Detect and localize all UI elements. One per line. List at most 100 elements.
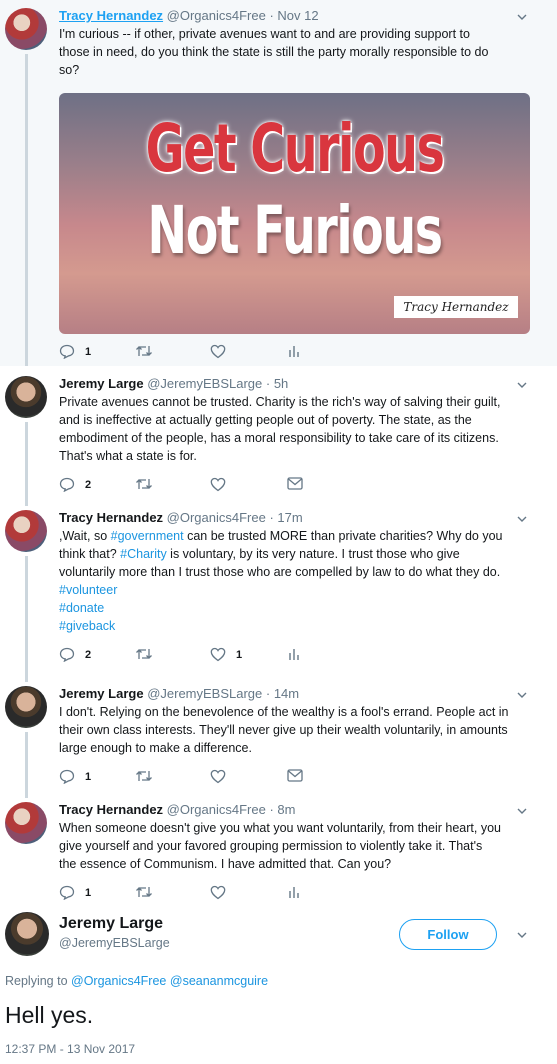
separator: ·: [265, 510, 278, 525]
replying-to: Replying to @Organics4Free @seananmcguir…: [5, 974, 268, 988]
like-button[interactable]: [210, 477, 226, 492]
thread-line: [25, 676, 28, 682]
tweet-time[interactable]: 14m: [274, 686, 299, 701]
like-button[interactable]: [210, 769, 226, 784]
retweet-icon: [136, 649, 152, 659]
conversation-thread: Tracy Hernandez @Organics4Free · Nov 12 …: [0, 0, 557, 1064]
chevron-down-icon[interactable]: [517, 690, 527, 700]
hashtag-link[interactable]: #government: [111, 529, 184, 543]
author-name[interactable]: Jeremy Large: [59, 376, 144, 391]
author-name[interactable]: Tracy Hernandez: [59, 8, 163, 23]
tweet-time[interactable]: Nov 12: [277, 8, 318, 23]
tweet-text: Hell yes.: [5, 1002, 94, 1028]
author-handle[interactable]: @JeremyEBSLarge: [59, 934, 170, 952]
tweet-text: ,Wait, so #government can be trusted MOR…: [59, 527, 543, 635]
tweet[interactable]: Tracy Hernandez @Organics4Free · 8m When…: [0, 792, 557, 910]
retweet-button[interactable]: [135, 344, 153, 358]
tweet[interactable]: Tracy Hernandez @Organics4Free · Nov 12 …: [0, 0, 557, 366]
tweet-actions: 1: [59, 769, 543, 789]
reply-icon: [59, 647, 75, 662]
tweet-image[interactable]: Get Curious Not Furious Tracy Hernandez: [59, 93, 530, 334]
reply-button[interactable]: 2: [59, 647, 91, 662]
avatar[interactable]: [5, 510, 47, 552]
reply-button[interactable]: 1: [59, 885, 91, 900]
avatar[interactable]: [5, 376, 47, 418]
tweet-time[interactable]: 17m: [277, 510, 302, 525]
author-name[interactable]: Jeremy Large: [59, 914, 170, 934]
direct-message-button[interactable]: [287, 769, 303, 782]
mention-link[interactable]: @seananmcguire: [170, 974, 268, 988]
analytics-button[interactable]: [288, 647, 300, 661]
reply-button[interactable]: 1: [59, 344, 91, 359]
like-icon: [210, 769, 226, 784]
tweet[interactable]: Tracy Hernandez @Organics4Free · 17m ,Wa…: [0, 500, 557, 676]
chevron-down-icon[interactable]: [517, 930, 527, 940]
text-line: those in need, do you think the state is…: [59, 45, 489, 59]
author-handle[interactable]: @Organics4Free: [167, 510, 266, 525]
text-line: their own class interests. They'll never…: [59, 723, 508, 737]
like-icon: [210, 477, 226, 492]
direct-message-button[interactable]: [287, 477, 303, 490]
reply-count: 1: [85, 886, 92, 899]
text-line: voluntarily more than I trust those who …: [59, 565, 501, 579]
avatar[interactable]: [5, 8, 47, 50]
follow-button[interactable]: Follow: [399, 919, 497, 950]
chevron-down-icon[interactable]: [517, 514, 527, 524]
retweet-icon: [136, 771, 152, 781]
mention-link[interactable]: @Organics4Free: [71, 974, 166, 988]
tweet[interactable]: Jeremy Large @JeremyEBSLarge · 5h Privat…: [0, 366, 557, 500]
hashtag-link[interactable]: #Charity: [120, 547, 167, 561]
author-handle[interactable]: @Organics4Free: [167, 802, 266, 817]
text-line: think that? #Charity is voluntary, by it…: [59, 545, 543, 563]
hashtag-link[interactable]: #donate: [59, 599, 543, 617]
tweet-text: I don't. Relying on the benevolence of t…: [59, 703, 543, 757]
author-name[interactable]: Tracy Hernandez: [59, 510, 163, 525]
author-handle[interactable]: @JeremyEBSLarge: [147, 376, 262, 391]
hashtag-link[interactable]: #volunteer: [59, 581, 543, 599]
text-line: the essence of Communism. I have admitte…: [59, 857, 392, 871]
retweet-button[interactable]: [135, 477, 153, 491]
like-button[interactable]: [210, 885, 226, 900]
chevron-down-icon[interactable]: [517, 806, 527, 816]
text-segment: ,Wait, so: [59, 529, 111, 543]
author-handle[interactable]: @Organics4Free: [167, 8, 266, 23]
retweet-button[interactable]: [135, 647, 153, 661]
like-icon: [210, 647, 226, 662]
tweet-time[interactable]: 5h: [274, 376, 288, 391]
analytics-icon: [289, 346, 299, 357]
thread-line: [25, 732, 28, 792]
chevron-down-icon[interactable]: [517, 380, 527, 390]
reply-icon: [59, 344, 75, 359]
thread-line: [25, 792, 28, 798]
image-signature: Tracy Hernandez: [394, 296, 518, 318]
tweet-timestamp[interactable]: 12:37 PM - 13 Nov 2017: [5, 1042, 135, 1056]
tweet[interactable]: Jeremy Large @JeremyEBSLarge · 14m I don…: [0, 676, 557, 792]
like-button[interactable]: 1: [210, 647, 242, 662]
image-headline-1: Get Curious: [145, 110, 445, 187]
text-line: When someone doesn't give you what you w…: [59, 821, 501, 835]
reply-button[interactable]: 1: [59, 769, 91, 784]
separator: ·: [265, 8, 278, 23]
reply-count: 1: [85, 345, 92, 358]
analytics-button[interactable]: [288, 344, 300, 358]
author-name[interactable]: Jeremy Large: [59, 686, 144, 701]
retweet-button[interactable]: [135, 769, 153, 783]
retweet-icon: [136, 346, 152, 356]
author-handle[interactable]: @JeremyEBSLarge: [147, 686, 262, 701]
retweet-button[interactable]: [135, 885, 153, 899]
analytics-button[interactable]: [288, 885, 300, 899]
avatar[interactable]: [5, 802, 47, 844]
tweet-text: I'm curious -- if other, private avenues…: [59, 25, 543, 79]
tweet-text: Private avenues cannot be trusted. Chari…: [59, 393, 543, 465]
avatar[interactable]: [5, 912, 49, 956]
hashtag-link[interactable]: #giveback: [59, 617, 543, 635]
message-icon: [287, 477, 303, 490]
reply-button[interactable]: 2: [59, 477, 91, 492]
author-name[interactable]: Tracy Hernandez: [59, 802, 163, 817]
tweet-time[interactable]: 8m: [277, 802, 295, 817]
like-button[interactable]: [210, 344, 236, 359]
chevron-down-icon[interactable]: [517, 12, 527, 22]
text-line: embodiment of the people, has a moral re…: [59, 431, 499, 445]
text-segment: think that?: [59, 547, 121, 561]
avatar[interactable]: [5, 686, 47, 728]
